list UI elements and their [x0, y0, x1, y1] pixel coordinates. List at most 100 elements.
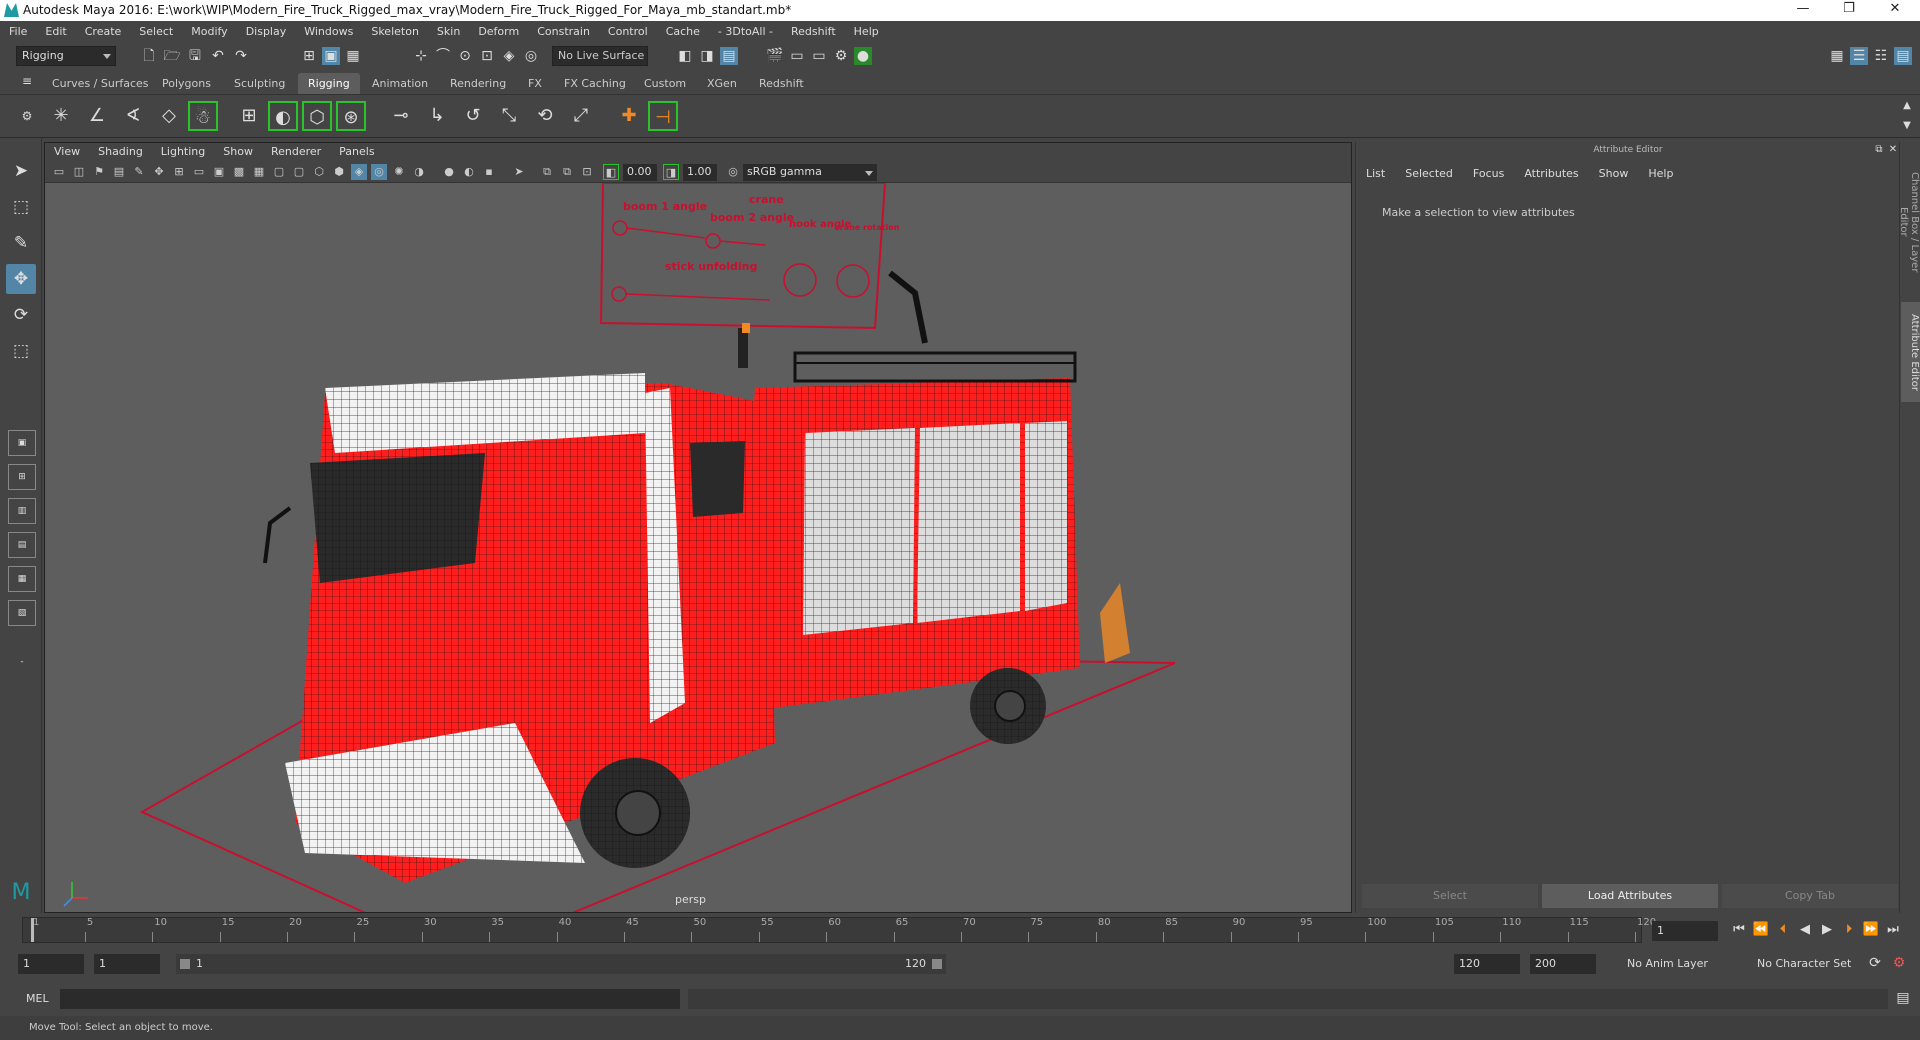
minimize-button[interactable]: —	[1780, 1, 1826, 19]
move-tool-icon[interactable]: ✥	[6, 264, 36, 294]
safe-title-icon[interactable]: ▢	[291, 164, 307, 180]
gamma-field[interactable]: 1.00	[683, 164, 717, 181]
snap-point-icon[interactable]: ⊙	[456, 47, 474, 65]
menu-cache[interactable]: Cache	[657, 21, 709, 43]
channel-box-toggle-icon[interactable]: ▤	[1894, 47, 1912, 65]
layout-hypershade-icon[interactable]: ▧	[8, 600, 36, 626]
snap-surface-icon[interactable]: ◈	[500, 47, 518, 65]
layout-side-by-side-icon[interactable]: ▥	[8, 498, 36, 524]
viewport-scene[interactable]: crane boom 1 angle boom 2 angle hook ang…	[45, 182, 1351, 912]
ae-menu-selected[interactable]: Selected	[1395, 164, 1463, 184]
copy-tab-button[interactable]: Copy Tab	[1722, 884, 1898, 908]
menu-control[interactable]: Control	[599, 21, 657, 43]
layout-single-icon[interactable]: ▣	[8, 430, 36, 456]
new-scene-icon[interactable]: 🗋	[140, 47, 158, 65]
menu-create[interactable]: Create	[76, 21, 131, 43]
shelf-settings-icon[interactable]: ⚙	[18, 107, 36, 125]
step-forward-key-icon[interactable]: ⏩	[1862, 921, 1880, 939]
load-attributes-button[interactable]: Load Attributes	[1542, 884, 1718, 908]
viewport-menu-panels[interactable]: Panels	[330, 143, 383, 161]
start-time-field[interactable]: 1	[18, 954, 84, 974]
tab-xgen[interactable]: XGen	[697, 73, 747, 94]
anti-alias-icon[interactable]: ▪	[481, 164, 497, 180]
menu-file[interactable]: File	[0, 21, 36, 43]
aim-constraint-icon[interactable]: ↳	[422, 101, 452, 131]
xray-active-icon[interactable]: ⧉	[559, 164, 575, 180]
paint-select-tool-icon[interactable]: ✎	[6, 228, 36, 258]
menu-skeleton[interactable]: Skeleton	[362, 21, 428, 43]
bookmark-icon[interactable]: ⚑	[91, 164, 107, 180]
preferences-icon[interactable]: ⚙	[1890, 954, 1908, 972]
motion-blur-icon[interactable]: ◐	[461, 164, 477, 180]
menu-constrain[interactable]: Constrain	[528, 21, 599, 43]
playback-range-bar[interactable]: 1 120	[176, 954, 946, 974]
field-chart-icon[interactable]: ▦	[251, 164, 267, 180]
ambient-occlusion-icon[interactable]: ●	[441, 164, 457, 180]
output-ops-icon[interactable]: ◨	[698, 47, 716, 65]
step-back-frame-icon[interactable]: ⏴	[1774, 921, 1792, 939]
select-object-icon[interactable]: ▣	[322, 47, 340, 65]
exposure-field[interactable]: 0.00	[623, 164, 657, 181]
create-joints-icon[interactable]: ✳	[46, 101, 76, 131]
set-driven-key-icon[interactable]: ⊣	[648, 101, 678, 131]
color-space-dropdown[interactable]: sRGB gamma	[743, 164, 877, 181]
lattice-icon[interactable]: ⬡	[302, 101, 332, 131]
ae-menu-focus[interactable]: Focus	[1463, 164, 1514, 184]
anim-layer-dropdown[interactable]: No Anim Layer	[1622, 954, 1740, 974]
menu-deform[interactable]: Deform	[469, 21, 528, 43]
tab-redshift[interactable]: Redshift	[749, 73, 814, 94]
cluster-icon[interactable]: ⊛	[336, 101, 366, 131]
ae-menu-list[interactable]: List	[1356, 164, 1395, 184]
select-tool-icon[interactable]: ➤	[6, 156, 36, 186]
scale-tool-icon[interactable]: ⬚	[6, 336, 36, 366]
time-slider[interactable]: 1 5 10 15 20 25 30 35 40 45 50 55 60 65 70 75 80 85 90 95 10…	[0, 913, 1920, 947]
2d-pan-zoom-icon[interactable]: ✥	[151, 164, 167, 180]
step-back-key-icon[interactable]: ⏪	[1752, 921, 1770, 939]
resolution-gate-icon[interactable]: ▣	[211, 164, 227, 180]
viewport-menu-shading[interactable]: Shading	[89, 143, 152, 161]
character-set-dropdown[interactable]: No Character Set	[1752, 954, 1870, 974]
layout-graph-icon[interactable]: ▦	[8, 566, 36, 592]
snap-view-icon[interactable]: ⊡	[478, 47, 496, 65]
ik-spline-icon[interactable]: ∢	[118, 101, 148, 131]
tab-rigging[interactable]: Rigging	[298, 73, 360, 94]
menu-windows[interactable]: Windows	[295, 21, 362, 43]
menu-skin[interactable]: Skin	[428, 21, 469, 43]
range-end-handle[interactable]	[932, 959, 942, 969]
tab-animation[interactable]: Animation	[362, 73, 438, 94]
current-frame-field[interactable]: 1	[1652, 921, 1718, 941]
shelf-scroll-down-icon[interactable]: ▼	[1898, 117, 1916, 135]
safe-action-icon[interactable]: ▢	[271, 164, 287, 180]
layout-four-icon[interactable]: ⊞	[8, 464, 36, 490]
grease-pencil-icon[interactable]: ✎	[131, 164, 147, 180]
undo-icon[interactable]: ↶	[209, 47, 227, 65]
go-to-end-icon[interactable]: ⏭	[1884, 921, 1902, 939]
viewport-menu-lighting[interactable]: Lighting	[152, 143, 214, 161]
tab-polygons[interactable]: Polygons	[152, 73, 221, 94]
play-forward-icon[interactable]: ▶	[1818, 921, 1836, 939]
ik-handle-icon[interactable]: ∠	[82, 101, 112, 131]
mirror-joints-icon[interactable]: ◇	[154, 101, 184, 131]
tab-rendering[interactable]: Rendering	[440, 73, 516, 94]
film-gate-icon[interactable]: ▭	[191, 164, 207, 180]
bind-skin-icon[interactable]: ⊞	[234, 101, 264, 131]
render-frame-icon[interactable]: ▭	[788, 47, 806, 65]
tab-custom[interactable]: Custom	[634, 73, 696, 94]
playback-start-field[interactable]: 1	[94, 954, 160, 974]
save-scene-icon[interactable]: 🖫	[186, 47, 204, 65]
layout-outliner-icon[interactable]: ▤	[8, 532, 36, 558]
lasso-tool-icon[interactable]: ⬚	[6, 192, 36, 222]
select-camera-icon[interactable]: ▭	[51, 164, 67, 180]
ae-menu-show[interactable]: Show	[1589, 164, 1639, 184]
tab-attribute-editor[interactable]: Attribute Editor	[1901, 302, 1920, 402]
select-component-icon[interactable]: ▦	[344, 47, 362, 65]
snap-live-icon[interactable]: ◎	[522, 47, 540, 65]
menu-help[interactable]: Help	[845, 21, 888, 43]
tool-settings-icon[interactable]: ☷	[1872, 47, 1890, 65]
tab-fx-caching[interactable]: FX Caching	[554, 73, 636, 94]
render-view-icon[interactable]: 🎬	[766, 47, 784, 65]
select-hierarchy-icon[interactable]: ⊞	[300, 47, 318, 65]
open-scene-icon[interactable]: 🗁	[163, 47, 181, 65]
crane-control-panel[interactable]: crane boom 1 angle boom 2 angle hook ang…	[599, 182, 900, 330]
exposure-icon[interactable]: ◧	[603, 164, 619, 180]
